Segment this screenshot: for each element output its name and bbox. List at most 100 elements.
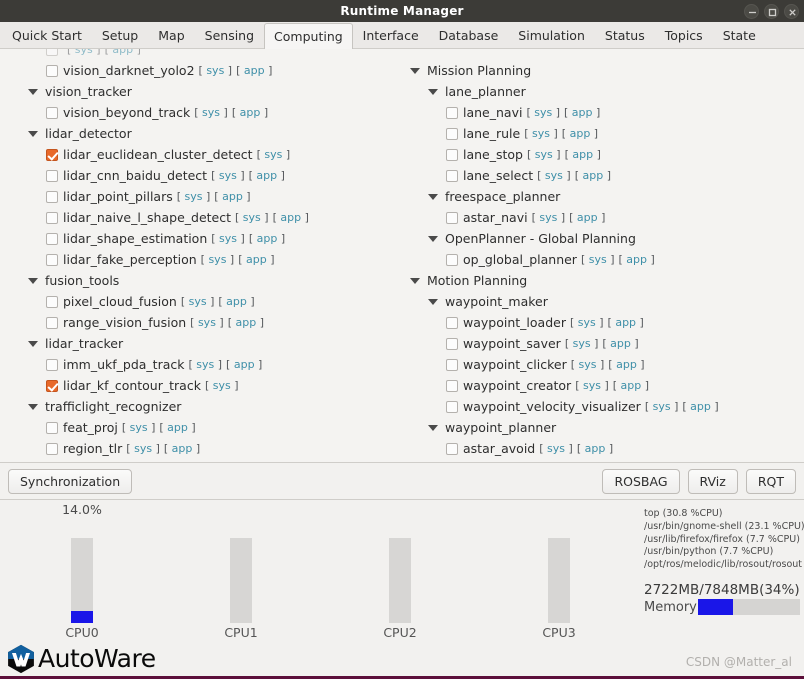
tree-item-lane-stop[interactable]: lane_stop [ sys ] [ app ] — [400, 144, 804, 165]
sys-launch-tag[interactable]: [ sys ] — [205, 379, 239, 392]
app-launch-tag[interactable]: [ app ] — [249, 169, 285, 182]
tree-item-lidar-naive-l-shape-detect[interactable]: lidar_naive_l_shape_detect[ sys ] [ app ] — [0, 207, 400, 228]
rqt-button[interactable]: RQT — [745, 468, 796, 494]
sys-launch-tag[interactable]: [ sys ] — [532, 211, 566, 224]
tab-sensing[interactable]: Sensing — [195, 22, 264, 48]
app-launch-tag[interactable]: [ app ] — [619, 253, 655, 266]
app-launch-tag[interactable]: [ app ] — [226, 358, 262, 371]
tree-item-range-vision-fusion[interactable]: range_vision_fusion[ sys ] [ app ] — [0, 312, 400, 333]
sys-launch-tag[interactable]: [ sys ] — [211, 232, 245, 245]
sys-launch-tag[interactable]: [ sys ] — [537, 169, 571, 182]
node-checkbox[interactable] — [46, 211, 58, 224]
tree-group-waypoint-maker[interactable]: waypoint_maker — [400, 291, 804, 312]
tab-computing[interactable]: Computing — [264, 23, 353, 49]
sys-launch-tag[interactable]: [ sys ] — [211, 169, 245, 182]
node-checkbox[interactable] — [46, 190, 58, 203]
node-checkbox[interactable] — [446, 148, 458, 161]
sys-launch-tag[interactable]: [ sys ] — [177, 190, 211, 203]
app-launch-tag[interactable]: [ app ] — [608, 358, 644, 371]
node-checkbox[interactable] — [446, 316, 458, 329]
app-launch-tag[interactable]: [ app ] — [569, 211, 605, 224]
tree-item-lane-select[interactable]: lane_select[ sys ] [ app ] — [400, 165, 804, 186]
node-checkbox[interactable] — [46, 358, 58, 371]
node-checkbox[interactable] — [46, 49, 58, 56]
node-checkbox[interactable] — [446, 442, 458, 455]
planning-tree-panel[interactable]: Mission Planning lane_planner lane_navi[ s… — [400, 49, 804, 462]
chevron-down-icon[interactable] — [28, 403, 38, 410]
tree-item-region-tlr-mxnet[interactable]: region_tlr_mxnet[ sys ][ app ] — [0, 459, 400, 462]
tab-status[interactable]: Status — [595, 22, 655, 48]
app-launch-tag[interactable]: [ app ] — [682, 400, 718, 413]
tree-group-fusion-tools[interactable]: fusion_tools — [0, 270, 400, 291]
chevron-down-icon[interactable] — [428, 235, 438, 242]
tree-item-region-tlr[interactable]: region_tlr[ sys ] [ app ] — [0, 438, 400, 459]
maximize-button[interactable] — [764, 3, 779, 19]
tab-database[interactable]: Database — [429, 22, 509, 48]
tree-item-astar-avoid[interactable]: astar_avoid[ sys ] [ app ] — [400, 438, 804, 459]
tree-item-lidar-fake-perception[interactable]: lidar_fake_perception [ sys ][ app ] — [0, 249, 400, 270]
tree-item-astar-navi[interactable]: astar_navi [ sys ][ app ] — [400, 207, 804, 228]
chevron-down-icon[interactable] — [28, 130, 38, 137]
app-launch-tag[interactable]: [ app ] — [562, 127, 598, 140]
tree-item-clipped[interactable]: [ sys ] [ app ] — [0, 49, 400, 60]
app-launch-tag[interactable]: [ app ] — [602, 337, 638, 350]
node-checkbox[interactable] — [46, 316, 58, 329]
tab-setup[interactable]: Setup — [92, 22, 148, 48]
tree-item-op-global-planner[interactable]: op_global_planner [ sys ] [ app ] — [400, 249, 804, 270]
sys-launch-tag[interactable]: [ sys ] — [199, 64, 233, 77]
app-launch-tag[interactable]: [ app ] — [608, 316, 644, 329]
chevron-down-icon[interactable] — [28, 88, 38, 95]
node-checkbox[interactable] — [46, 421, 58, 434]
tab-topics[interactable]: Topics — [655, 22, 713, 48]
node-checkbox[interactable] — [446, 211, 458, 224]
node-checkbox[interactable] — [46, 379, 58, 392]
sys-launch-tag[interactable]: [ sys ] — [126, 442, 160, 455]
tree-item-vision-darknet-yolo2[interactable]: vision_darknet_yolo2 [ sys ][ app ] — [0, 60, 400, 81]
tree-group-lidar-detector[interactable]: lidar_detector — [0, 123, 400, 144]
tree-item-lane-rule[interactable]: lane_rule[ sys ] [ app ] — [400, 123, 804, 144]
node-checkbox[interactable] — [446, 400, 458, 413]
app-launch-tag[interactable]: [ app ] — [273, 211, 309, 224]
app-launch-tag[interactable]: [ app ] — [577, 442, 613, 455]
sys-launch-tag[interactable]: [ sys ] — [575, 379, 609, 392]
app-launch-tag[interactable]: [ app ] — [214, 190, 250, 203]
synchronization-button[interactable]: Synchronization — [8, 468, 133, 494]
app-launch-tag[interactable]: [ app ] — [232, 106, 268, 119]
tree-item-velocity-set[interactable]: velocity_set[ sys ][ app ] — [400, 459, 804, 462]
node-checkbox[interactable] — [46, 106, 58, 119]
chevron-down-icon[interactable] — [428, 193, 438, 200]
tree-group-motion-planning[interactable]: Motion Planning — [400, 270, 804, 291]
tree-group-mission-planning[interactable]: Mission Planning — [400, 60, 804, 81]
sys-launch-tag[interactable]: [ sys ] — [194, 106, 228, 119]
chevron-down-icon[interactable] — [428, 88, 438, 95]
tree-group-lane-planner[interactable]: lane_planner — [400, 81, 804, 102]
app-launch-tag[interactable]: [ app ] — [613, 379, 649, 392]
chevron-down-icon[interactable] — [428, 424, 438, 431]
sys-launch-tag[interactable]: [ sys ] — [527, 148, 561, 161]
sys-launch-tag[interactable]: [ sys ] — [181, 295, 215, 308]
sys-launch-tag[interactable]: [ sys ] — [539, 442, 573, 455]
tree-group-openplanner-global-planning[interactable]: OpenPlanner - Global Planning — [400, 228, 804, 249]
sys-launch-tag[interactable]: [ sys ] — [67, 49, 101, 56]
app-launch-tag[interactable]: [ app ] — [105, 49, 141, 56]
sys-launch-tag[interactable]: [ sys ] — [524, 127, 558, 140]
tree-item-waypoint-velocity-visualizer[interactable]: waypoint_velocity_visualizer [ sys ][ app… — [400, 396, 804, 417]
tree-group-freespace-planner[interactable]: freespace_planner — [400, 186, 804, 207]
tree-item-feat-proj[interactable]: feat_proj [ sys ][ app ] — [0, 417, 400, 438]
app-launch-tag[interactable]: [ app ] — [218, 295, 254, 308]
tree-item-pixel-cloud-fusion[interactable]: pixel_cloud_fusion [ sys ][ app ] — [0, 291, 400, 312]
node-checkbox[interactable] — [46, 442, 58, 455]
node-checkbox[interactable] — [46, 148, 58, 161]
app-launch-tag[interactable]: [ app ] — [228, 316, 264, 329]
chevron-down-icon[interactable] — [428, 298, 438, 305]
tree-item-lane-navi[interactable]: lane_navi[ sys ] [ app ] — [400, 102, 804, 123]
sys-launch-tag[interactable]: [ sys ] — [570, 316, 604, 329]
sys-launch-tag[interactable]: [ sys ] — [526, 106, 560, 119]
app-launch-tag[interactable]: [ app ] — [159, 421, 195, 434]
tree-item-lidar-shape-estimation[interactable]: lidar_shape_estimation[ sys ] [ app ] — [0, 228, 400, 249]
close-button[interactable] — [784, 3, 799, 19]
chevron-down-icon[interactable] — [28, 340, 38, 347]
tree-group-vision-tracker[interactable]: vision_tracker — [0, 81, 400, 102]
app-launch-tag[interactable]: [ app ] — [575, 169, 611, 182]
sys-launch-tag[interactable]: [ sys ] — [235, 211, 269, 224]
